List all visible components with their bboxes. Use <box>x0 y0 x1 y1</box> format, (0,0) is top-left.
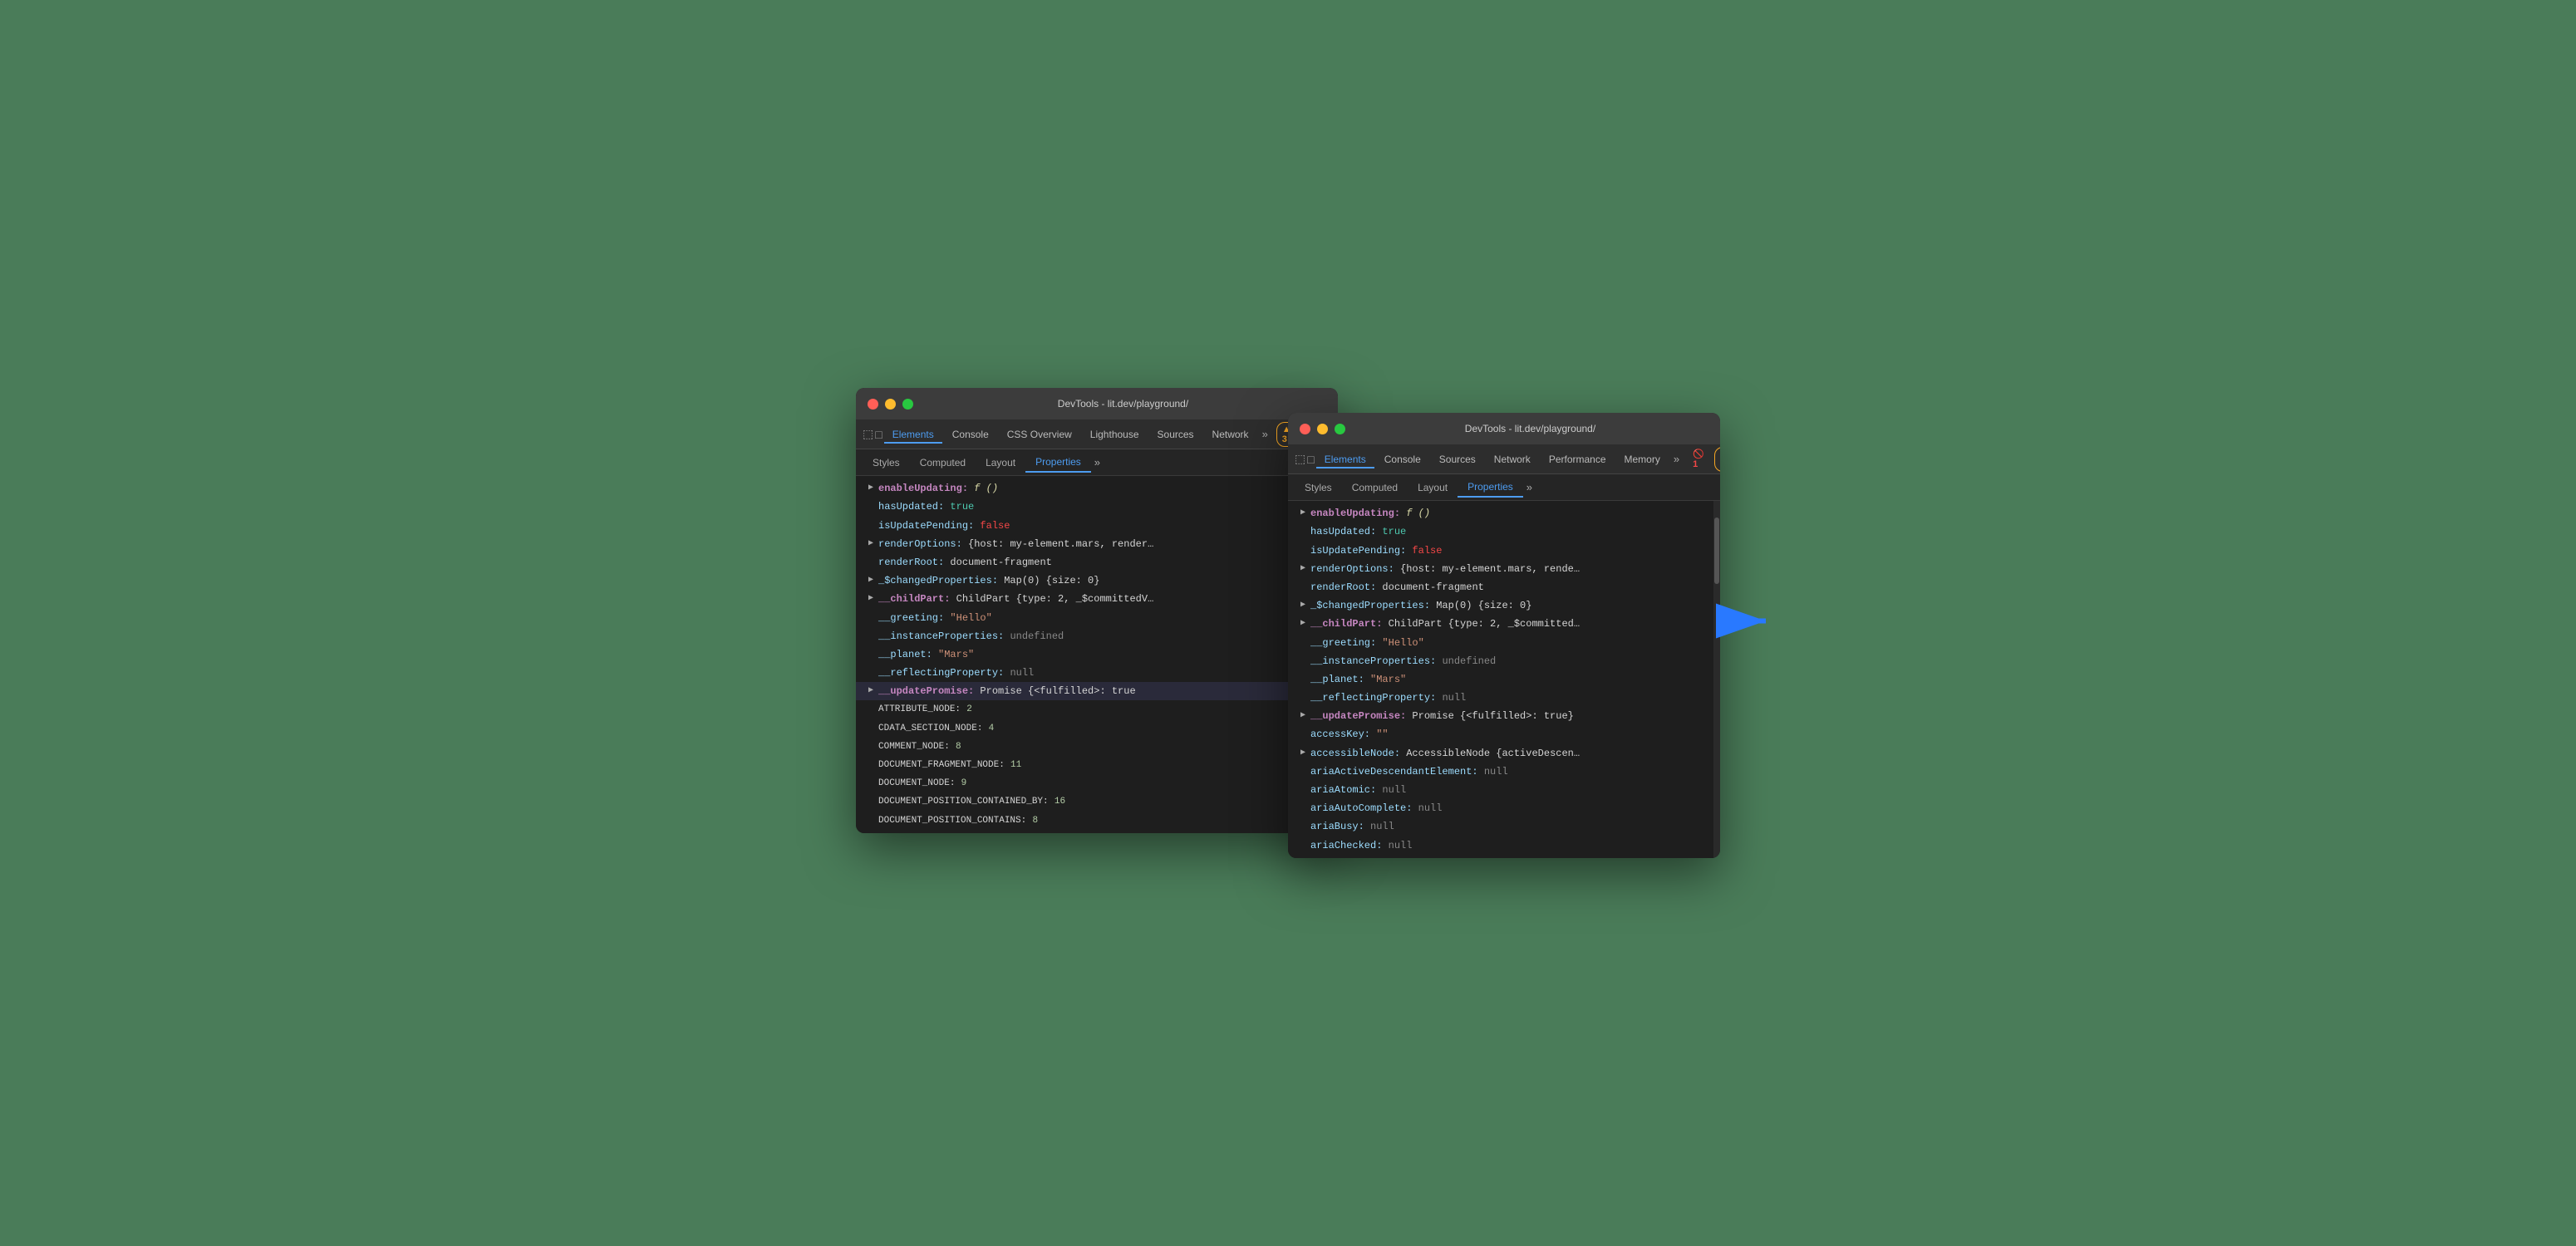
titlebar-back: DevTools - lit.dev/playground/ <box>856 388 1338 419</box>
prop-DOCUMENT_NODE-back[interactable]: DOCUMENT_NODE: 9 <box>856 774 1331 792</box>
properties-panel-back: ▶ enableUpdating: f () hasUpdated: true … <box>856 476 1338 833</box>
inspector-icon-front[interactable]: □ <box>1307 449 1314 470</box>
prop-renderOptions-front[interactable]: ▶ renderOptions: {host: my-element.mars,… <box>1288 560 1713 578</box>
properties-list-front: ▶ enableUpdating: f () hasUpdated: true … <box>1288 501 1713 858</box>
window-title-back: DevTools - lit.dev/playground/ <box>920 398 1326 410</box>
scene: DevTools - lit.dev/playground/ ⬚ □ Eleme… <box>856 388 1720 858</box>
tab-css-overview-back[interactable]: CSS Overview <box>999 425 1080 444</box>
properties-content-front: ▶ enableUpdating: f () hasUpdated: true … <box>1288 501 1713 858</box>
prop-childPart-front[interactable]: ▶ __childPart: ChildPart {type: 2, _$com… <box>1288 615 1713 633</box>
sub-tabs-back: Styles Computed Layout Properties » <box>856 449 1338 476</box>
expand-icon[interactable]: ▶ <box>866 481 876 497</box>
tab-console-back[interactable]: Console <box>944 425 997 444</box>
subtab-more-front[interactable]: » <box>1523 481 1536 493</box>
prop-greeting-front[interactable]: __greeting: "Hello" <box>1288 634 1713 652</box>
tab-performance-front[interactable]: Performance <box>1541 450 1615 468</box>
prop-accessKey-front[interactable]: accessKey: "" <box>1288 725 1713 743</box>
prop-enableUpdating-back[interactable]: ▶ enableUpdating: f () <box>856 479 1331 498</box>
tab-lighthouse-back[interactable]: Lighthouse <box>1082 425 1148 444</box>
subtab-properties-back[interactable]: Properties <box>1025 453 1091 473</box>
error-badge-front[interactable]: 🚫 1 <box>1688 447 1709 471</box>
cursor-icon-front[interactable]: ⬚ <box>1295 449 1305 470</box>
prop-ariaActive-front[interactable]: ariaActiveDescendantElement: null <box>1288 763 1713 781</box>
prop-planet-front[interactable]: __planet: "Mars" <box>1288 670 1713 689</box>
prop-ariaAtomic-front[interactable]: ariaAtomic: null <box>1288 781 1713 799</box>
prop-DOC_POS_CONTAINS-back[interactable]: DOCUMENT_POSITION_CONTAINS: 8 <box>856 812 1331 830</box>
prop-isUpdatePending-front[interactable]: isUpdatePending: false <box>1288 542 1713 560</box>
prop-enableUpdating-front[interactable]: ▶ enableUpdating: f () <box>1288 504 1713 522</box>
devtools-window-back: DevTools - lit.dev/playground/ ⬚ □ Eleme… <box>856 388 1338 833</box>
subtab-layout-front[interactable]: Layout <box>1408 478 1458 497</box>
prop-ariaChecked-front[interactable]: ariaChecked: null <box>1288 836 1713 855</box>
subtab-styles-front[interactable]: Styles <box>1295 478 1342 497</box>
prop-changedProperties-front[interactable]: ▶ _$changedProperties: Map(0) {size: 0} <box>1288 596 1713 615</box>
tab-network-back[interactable]: Network <box>1204 425 1257 444</box>
prop-COMMENT-back[interactable]: COMMENT_NODE: 8 <box>856 738 1331 756</box>
titlebar-front: DevTools - lit.dev/playground/ <box>1288 413 1720 444</box>
prop-instanceProperties-front[interactable]: __instanceProperties: undefined <box>1288 652 1713 670</box>
minimize-button-front[interactable] <box>1317 424 1328 434</box>
prop-renderRoot-back[interactable]: renderRoot: document-fragment <box>856 553 1331 571</box>
subtab-computed-back[interactable]: Computed <box>910 454 976 472</box>
maximize-button-front[interactable] <box>1335 424 1345 434</box>
prop-planet-back[interactable]: __planet: "Mars" <box>856 645 1331 664</box>
tab-sources-front[interactable]: Sources <box>1431 450 1484 468</box>
scrollbar-thumb-front[interactable] <box>1714 518 1719 584</box>
cursor-icon[interactable]: ⬚ <box>863 424 873 445</box>
prop-reflectingProperty-front[interactable]: __reflectingProperty: null <box>1288 689 1713 707</box>
prop-updatePromise-front[interactable]: ▶ __updatePromise: Promise {<fulfilled>:… <box>1288 707 1713 725</box>
prop-isUpdatePending-back[interactable]: isUpdatePending: false <box>856 517 1331 535</box>
tab-console-front[interactable]: Console <box>1376 450 1429 468</box>
main-toolbar-back: ⬚ □ Elements Console CSS Overview Lighth… <box>856 419 1338 449</box>
prop-CDATA-back[interactable]: CDATA_SECTION_NODE: 4 <box>856 719 1331 738</box>
main-toolbar-front: ⬚ □ Elements Console Sources Network Per… <box>1288 444 1720 474</box>
prop-accessibleNode-front[interactable]: ▶ accessibleNode: AccessibleNode {active… <box>1288 744 1713 763</box>
subtab-layout-back[interactable]: Layout <box>976 454 1025 472</box>
more-tabs-front[interactable]: » <box>1670 453 1683 465</box>
tab-elements-back[interactable]: Elements <box>884 425 942 444</box>
properties-list-back: ▶ enableUpdating: f () hasUpdated: true … <box>856 476 1331 833</box>
prop-DOCUMENT_FRAGMENT-back[interactable]: DOCUMENT_FRAGMENT_NODE: 11 <box>856 756 1331 774</box>
prop-greeting-back[interactable]: __greeting: "Hello" <box>856 609 1331 627</box>
close-button-front[interactable] <box>1300 424 1310 434</box>
arrow <box>1712 601 1778 646</box>
window-title-front: DevTools - lit.dev/playground/ <box>1352 423 1708 434</box>
prop-hasUpdated-front[interactable]: hasUpdated: true <box>1288 522 1713 541</box>
warning-badge-front[interactable]: ▲ 3 <box>1714 447 1720 472</box>
prop-ATTRIBUTE_NODE-back[interactable]: ATTRIBUTE_NODE: 2 <box>856 700 1331 719</box>
minimize-button-back[interactable] <box>885 399 896 410</box>
tab-memory-front[interactable]: Memory <box>1616 450 1669 468</box>
prop-changedProperties-back[interactable]: ▶ _$changedProperties: Map(0) {size: 0} <box>856 571 1331 590</box>
tab-sources-back[interactable]: Sources <box>1149 425 1202 444</box>
properties-panel-front: ▶ enableUpdating: f () hasUpdated: true … <box>1288 501 1720 858</box>
prop-instanceProperties-back[interactable]: __instanceProperties: undefined <box>856 627 1331 645</box>
subtab-more-back[interactable]: » <box>1091 456 1104 468</box>
prop-reflectingProperty-back[interactable]: __reflectingProperty: null <box>856 664 1331 682</box>
devtools-window-front: DevTools - lit.dev/playground/ ⬚ □ Eleme… <box>1288 413 1720 858</box>
tab-network-front[interactable]: Network <box>1486 450 1539 468</box>
tab-elements-front[interactable]: Elements <box>1316 450 1374 468</box>
prop-renderRoot-front[interactable]: renderRoot: document-fragment <box>1288 578 1713 596</box>
prop-ariaBusy-front[interactable]: ariaBusy: null <box>1288 817 1713 836</box>
prop-ariaAutoComplete-front[interactable]: ariaAutoComplete: null <box>1288 799 1713 817</box>
subtab-styles-back[interactable]: Styles <box>863 454 910 472</box>
sub-tabs-front: Styles Computed Layout Properties » <box>1288 474 1720 501</box>
prop-DOC_POS_CONTAINED-back[interactable]: DOCUMENT_POSITION_CONTAINED_BY: 16 <box>856 792 1331 811</box>
more-tabs-back[interactable]: » <box>1259 428 1271 440</box>
close-button-back[interactable] <box>868 399 878 410</box>
maximize-button-back[interactable] <box>902 399 913 410</box>
subtab-computed-front[interactable]: Computed <box>1342 478 1408 497</box>
properties-content-back: ▶ enableUpdating: f () hasUpdated: true … <box>856 476 1331 833</box>
prop-renderOptions-back[interactable]: ▶ renderOptions: {host: my-element.mars,… <box>856 535 1331 553</box>
prop-childPart-back[interactable]: ▶ __childPart: ChildPart {type: 2, _$com… <box>856 590 1331 608</box>
scrollbar-front[interactable] <box>1713 501 1720 858</box>
prop-hasUpdated-back[interactable]: hasUpdated: true <box>856 498 1331 516</box>
prop-updatePromise-back[interactable]: ▶ __updatePromise: Promise {<fulfilled>:… <box>856 682 1331 700</box>
subtab-properties-front[interactable]: Properties <box>1458 478 1523 498</box>
inspector-icon[interactable]: □ <box>875 424 882 445</box>
